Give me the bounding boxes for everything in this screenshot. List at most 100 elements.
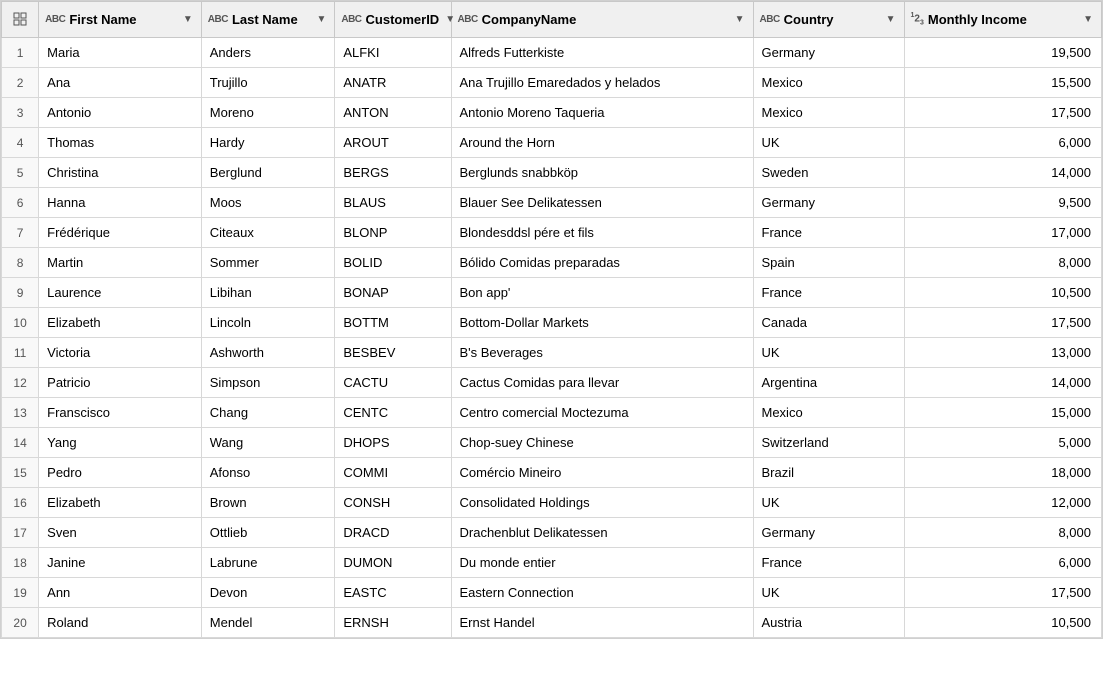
- cell-first-name: Pedro: [39, 458, 202, 488]
- cell-last-name: Mendel: [201, 608, 335, 638]
- cell-first-name: Maria: [39, 38, 202, 68]
- col-header-country[interactable]: ABC Country ▼: [753, 2, 904, 38]
- cell-first-name: Patricio: [39, 368, 202, 398]
- cell-company-name: Antonio Moreno Taqueria: [451, 98, 753, 128]
- cell-country: Brazil: [753, 458, 904, 488]
- filter-btn-firstName[interactable]: ▼: [181, 13, 195, 26]
- table-row: 5ChristinaBerglundBERGSBerglunds snabbkö…: [2, 158, 1102, 188]
- type-abc-icon: ABC: [341, 14, 361, 25]
- cell-company-name: Bon app': [451, 278, 753, 308]
- row-index: 14: [2, 428, 39, 458]
- col-label-firstName: First Name: [69, 12, 177, 27]
- cell-country: UK: [753, 128, 904, 158]
- cell-last-name: Moreno: [201, 98, 335, 128]
- cell-first-name: Martin: [39, 248, 202, 278]
- col-header-idx: [2, 2, 39, 38]
- col-header-firstName[interactable]: ABC First Name ▼: [39, 2, 202, 38]
- cell-country: Switzerland: [753, 428, 904, 458]
- cell-country: Mexico: [753, 68, 904, 98]
- cell-country: France: [753, 218, 904, 248]
- type-abc-icon: ABC: [208, 14, 228, 25]
- table-row: 14YangWangDHOPSChop-suey ChineseSwitzerl…: [2, 428, 1102, 458]
- cell-first-name: Ann: [39, 578, 202, 608]
- cell-first-name: Elizabeth: [39, 308, 202, 338]
- cell-monthly-income: 14,000: [904, 158, 1102, 188]
- cell-customer-id: BESBEV: [335, 338, 451, 368]
- cell-last-name: Berglund: [201, 158, 335, 188]
- cell-country: Sweden: [753, 158, 904, 188]
- row-index: 10: [2, 308, 39, 338]
- filter-btn-company[interactable]: ▼: [733, 13, 747, 26]
- cell-last-name: Labrune: [201, 548, 335, 578]
- cell-first-name: Yang: [39, 428, 202, 458]
- cell-monthly-income: 14,000: [904, 368, 1102, 398]
- filter-btn-income[interactable]: ▼: [1081, 13, 1095, 26]
- cell-monthly-income: 6,000: [904, 128, 1102, 158]
- col-label-income: Monthly Income: [928, 12, 1077, 27]
- cell-country: France: [753, 278, 904, 308]
- cell-country: UK: [753, 578, 904, 608]
- row-index: 18: [2, 548, 39, 578]
- row-index: 5: [2, 158, 39, 188]
- cell-last-name: Anders: [201, 38, 335, 68]
- col-header-income[interactable]: 123 Monthly Income ▼: [904, 2, 1102, 38]
- cell-first-name: Christina: [39, 158, 202, 188]
- cell-first-name: Victoria: [39, 338, 202, 368]
- cell-country: Argentina: [753, 368, 904, 398]
- cell-customer-id: ALFKI: [335, 38, 451, 68]
- cell-monthly-income: 17,500: [904, 98, 1102, 128]
- table-row: 9LaurenceLibihanBONAPBon app'France10,50…: [2, 278, 1102, 308]
- cell-customer-id: ERNSH: [335, 608, 451, 638]
- cell-customer-id: CACTU: [335, 368, 451, 398]
- table-row: 15PedroAfonsoCOMMIComércio MineiroBrazil…: [2, 458, 1102, 488]
- filter-btn-customerID[interactable]: ▼: [443, 13, 457, 26]
- row-index: 8: [2, 248, 39, 278]
- row-index: 4: [2, 128, 39, 158]
- type-123-icon: 123: [911, 12, 924, 26]
- cell-company-name: Cactus Comidas para llevar: [451, 368, 753, 398]
- cell-first-name: Franscisco: [39, 398, 202, 428]
- cell-last-name: Moos: [201, 188, 335, 218]
- cell-company-name: Bólido Comidas preparadas: [451, 248, 753, 278]
- grid-icon: [12, 11, 28, 27]
- cell-first-name: Laurence: [39, 278, 202, 308]
- cell-company-name: Drachenblut Delikatessen: [451, 518, 753, 548]
- cell-company-name: Blondesddsl pére et fils: [451, 218, 753, 248]
- cell-country: Germany: [753, 188, 904, 218]
- row-index: 20: [2, 608, 39, 638]
- col-label-country: Country: [784, 12, 880, 27]
- table-row: 13FransciscoChangCENTCCentro comercial M…: [2, 398, 1102, 428]
- cell-last-name: Ashworth: [201, 338, 335, 368]
- cell-monthly-income: 17,500: [904, 308, 1102, 338]
- cell-customer-id: CONSH: [335, 488, 451, 518]
- cell-country: Austria: [753, 608, 904, 638]
- cell-customer-id: BONAP: [335, 278, 451, 308]
- table-row: 6HannaMoosBLAUSBlauer See DelikatessenGe…: [2, 188, 1102, 218]
- cell-country: France: [753, 548, 904, 578]
- col-label-lastName: Last Name: [232, 12, 311, 27]
- cell-customer-id: ANTON: [335, 98, 451, 128]
- col-header-lastName[interactable]: ABC Last Name ▼: [201, 2, 335, 38]
- cell-monthly-income: 12,000: [904, 488, 1102, 518]
- table-row: 17SvenOttliebDRACDDrachenblut Delikatess…: [2, 518, 1102, 548]
- table-row: 16ElizabethBrownCONSHConsolidated Holdin…: [2, 488, 1102, 518]
- filter-btn-country[interactable]: ▼: [884, 13, 898, 26]
- cell-company-name: Consolidated Holdings: [451, 488, 753, 518]
- cell-customer-id: BOTTM: [335, 308, 451, 338]
- cell-company-name: Berglunds snabbköp: [451, 158, 753, 188]
- cell-monthly-income: 18,000: [904, 458, 1102, 488]
- col-header-customerID[interactable]: ABC CustomerID ▼: [335, 2, 451, 38]
- cell-company-name: Eastern Connection: [451, 578, 753, 608]
- cell-monthly-income: 8,000: [904, 518, 1102, 548]
- col-header-company[interactable]: ABC CompanyName ▼: [451, 2, 753, 38]
- cell-country: Germany: [753, 518, 904, 548]
- row-index: 9: [2, 278, 39, 308]
- cell-last-name: Trujillo: [201, 68, 335, 98]
- cell-customer-id: BLONP: [335, 218, 451, 248]
- cell-last-name: Sommer: [201, 248, 335, 278]
- cell-country: Mexico: [753, 398, 904, 428]
- table-row: 8MartinSommerBOLIDBólido Comidas prepara…: [2, 248, 1102, 278]
- cell-customer-id: BLAUS: [335, 188, 451, 218]
- cell-monthly-income: 6,000: [904, 548, 1102, 578]
- filter-btn-lastName[interactable]: ▼: [314, 13, 328, 26]
